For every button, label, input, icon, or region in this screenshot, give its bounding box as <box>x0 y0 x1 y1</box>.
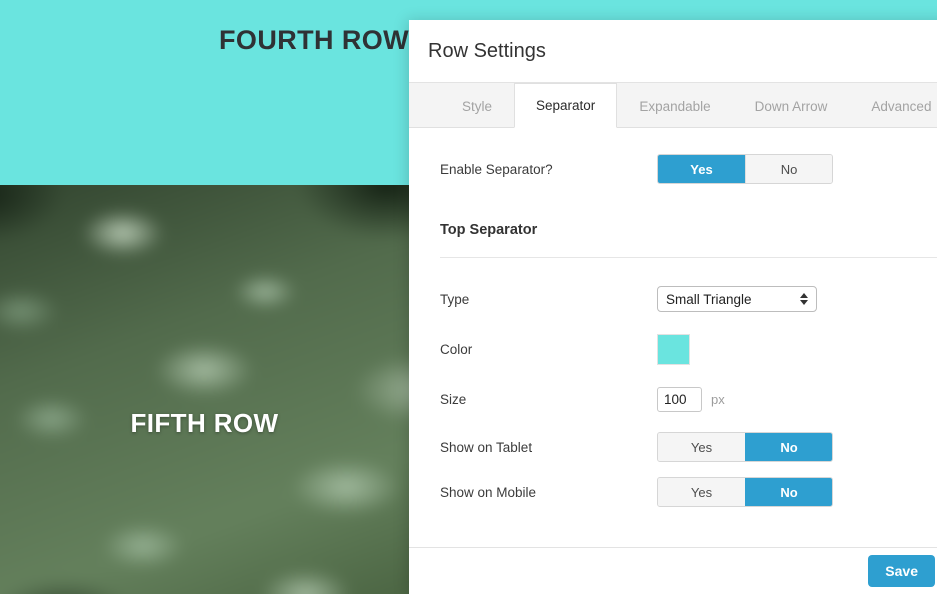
enable-separator-label: Enable Separator? <box>440 161 553 177</box>
tab-separator[interactable]: Separator <box>514 83 618 128</box>
top-separator-color-label: Color <box>440 342 473 357</box>
row-settings-modal: Row Settings Style Separator Expandable … <box>409 20 937 594</box>
enable-separator-no-option[interactable]: No <box>745 155 832 183</box>
enable-separator-yes-option[interactable]: Yes <box>658 155 745 183</box>
modal-title: Row Settings <box>428 39 546 62</box>
field-top-separator-type: Type Small Triangle <box>409 286 937 312</box>
show-on-mobile-yes-label: Yes <box>690 484 713 500</box>
top-separator-type-value: Small Triangle <box>666 291 752 307</box>
tab-advanced[interactable]: Advanced <box>849 83 937 128</box>
show-on-mobile-toggle[interactable]: Yes No <box>657 477 833 507</box>
modal-tab-bar: Style Separator Expandable Down Arrow Ad… <box>409 82 937 128</box>
show-on-tablet-yes-option[interactable]: Yes <box>658 433 745 461</box>
tab-style-label: Style <box>462 98 493 114</box>
modal-body: Enable Separator? Yes No Top Separator T… <box>409 128 937 547</box>
field-enable-separator: Enable Separator? Yes No <box>409 154 937 184</box>
tab-down-arrow[interactable]: Down Arrow <box>733 83 850 128</box>
screen: FOURTH ROW FIFTH ROW Row Settings Style … <box>0 0 937 594</box>
top-separator-heading: Top Separator <box>440 222 538 238</box>
show-on-tablet-toggle[interactable]: Yes No <box>657 432 833 462</box>
enable-separator-no-label: No <box>780 161 798 177</box>
show-on-tablet-no-label: No <box>780 439 798 455</box>
tab-down-arrow-label: Down Arrow <box>754 98 828 114</box>
top-separator-type-label: Type <box>440 291 470 307</box>
top-separator-size-label: Size <box>440 392 467 407</box>
show-on-mobile-no-label: No <box>780 484 798 500</box>
enable-separator-toggle[interactable]: Yes No <box>657 154 833 184</box>
field-show-on-tablet: Show on Tablet Yes No <box>409 432 937 462</box>
modal-footer: Save <box>409 547 937 594</box>
row-fifth-title: FIFTH ROW <box>130 408 279 438</box>
tab-advanced-label: Advanced <box>871 98 932 114</box>
save-button[interactable]: Save <box>868 555 935 587</box>
show-on-mobile-label: Show on Mobile <box>440 484 537 500</box>
enable-separator-yes-label: Yes <box>690 161 713 177</box>
field-top-separator-size: Size px <box>409 387 937 412</box>
show-on-tablet-label: Show on Tablet <box>440 439 533 455</box>
tab-style[interactable]: Style <box>440 83 514 128</box>
modal-header: Row Settings <box>409 20 937 82</box>
show-on-mobile-yes-option[interactable]: Yes <box>658 478 745 506</box>
top-separator-divider <box>440 257 937 258</box>
tab-expandable-label: Expandable <box>639 98 711 114</box>
show-on-tablet-yes-label: Yes <box>690 439 713 455</box>
field-show-on-mobile: Show on Mobile Yes No <box>409 477 937 507</box>
row-fourth-title: FOURTH ROW <box>219 25 409 55</box>
show-on-tablet-no-option[interactable]: No <box>745 433 832 461</box>
top-separator-size-unit: px <box>711 392 725 407</box>
field-top-separator-color: Color <box>409 334 937 365</box>
tab-separator-label: Separator <box>536 98 596 113</box>
show-on-mobile-no-option[interactable]: No <box>745 478 832 506</box>
select-stepper-arrows-icon <box>800 293 808 305</box>
top-separator-size-input[interactable] <box>657 387 702 412</box>
top-separator-color-swatch[interactable] <box>657 334 690 365</box>
tab-expandable[interactable]: Expandable <box>617 83 732 128</box>
top-separator-type-select[interactable]: Small Triangle <box>657 286 817 312</box>
